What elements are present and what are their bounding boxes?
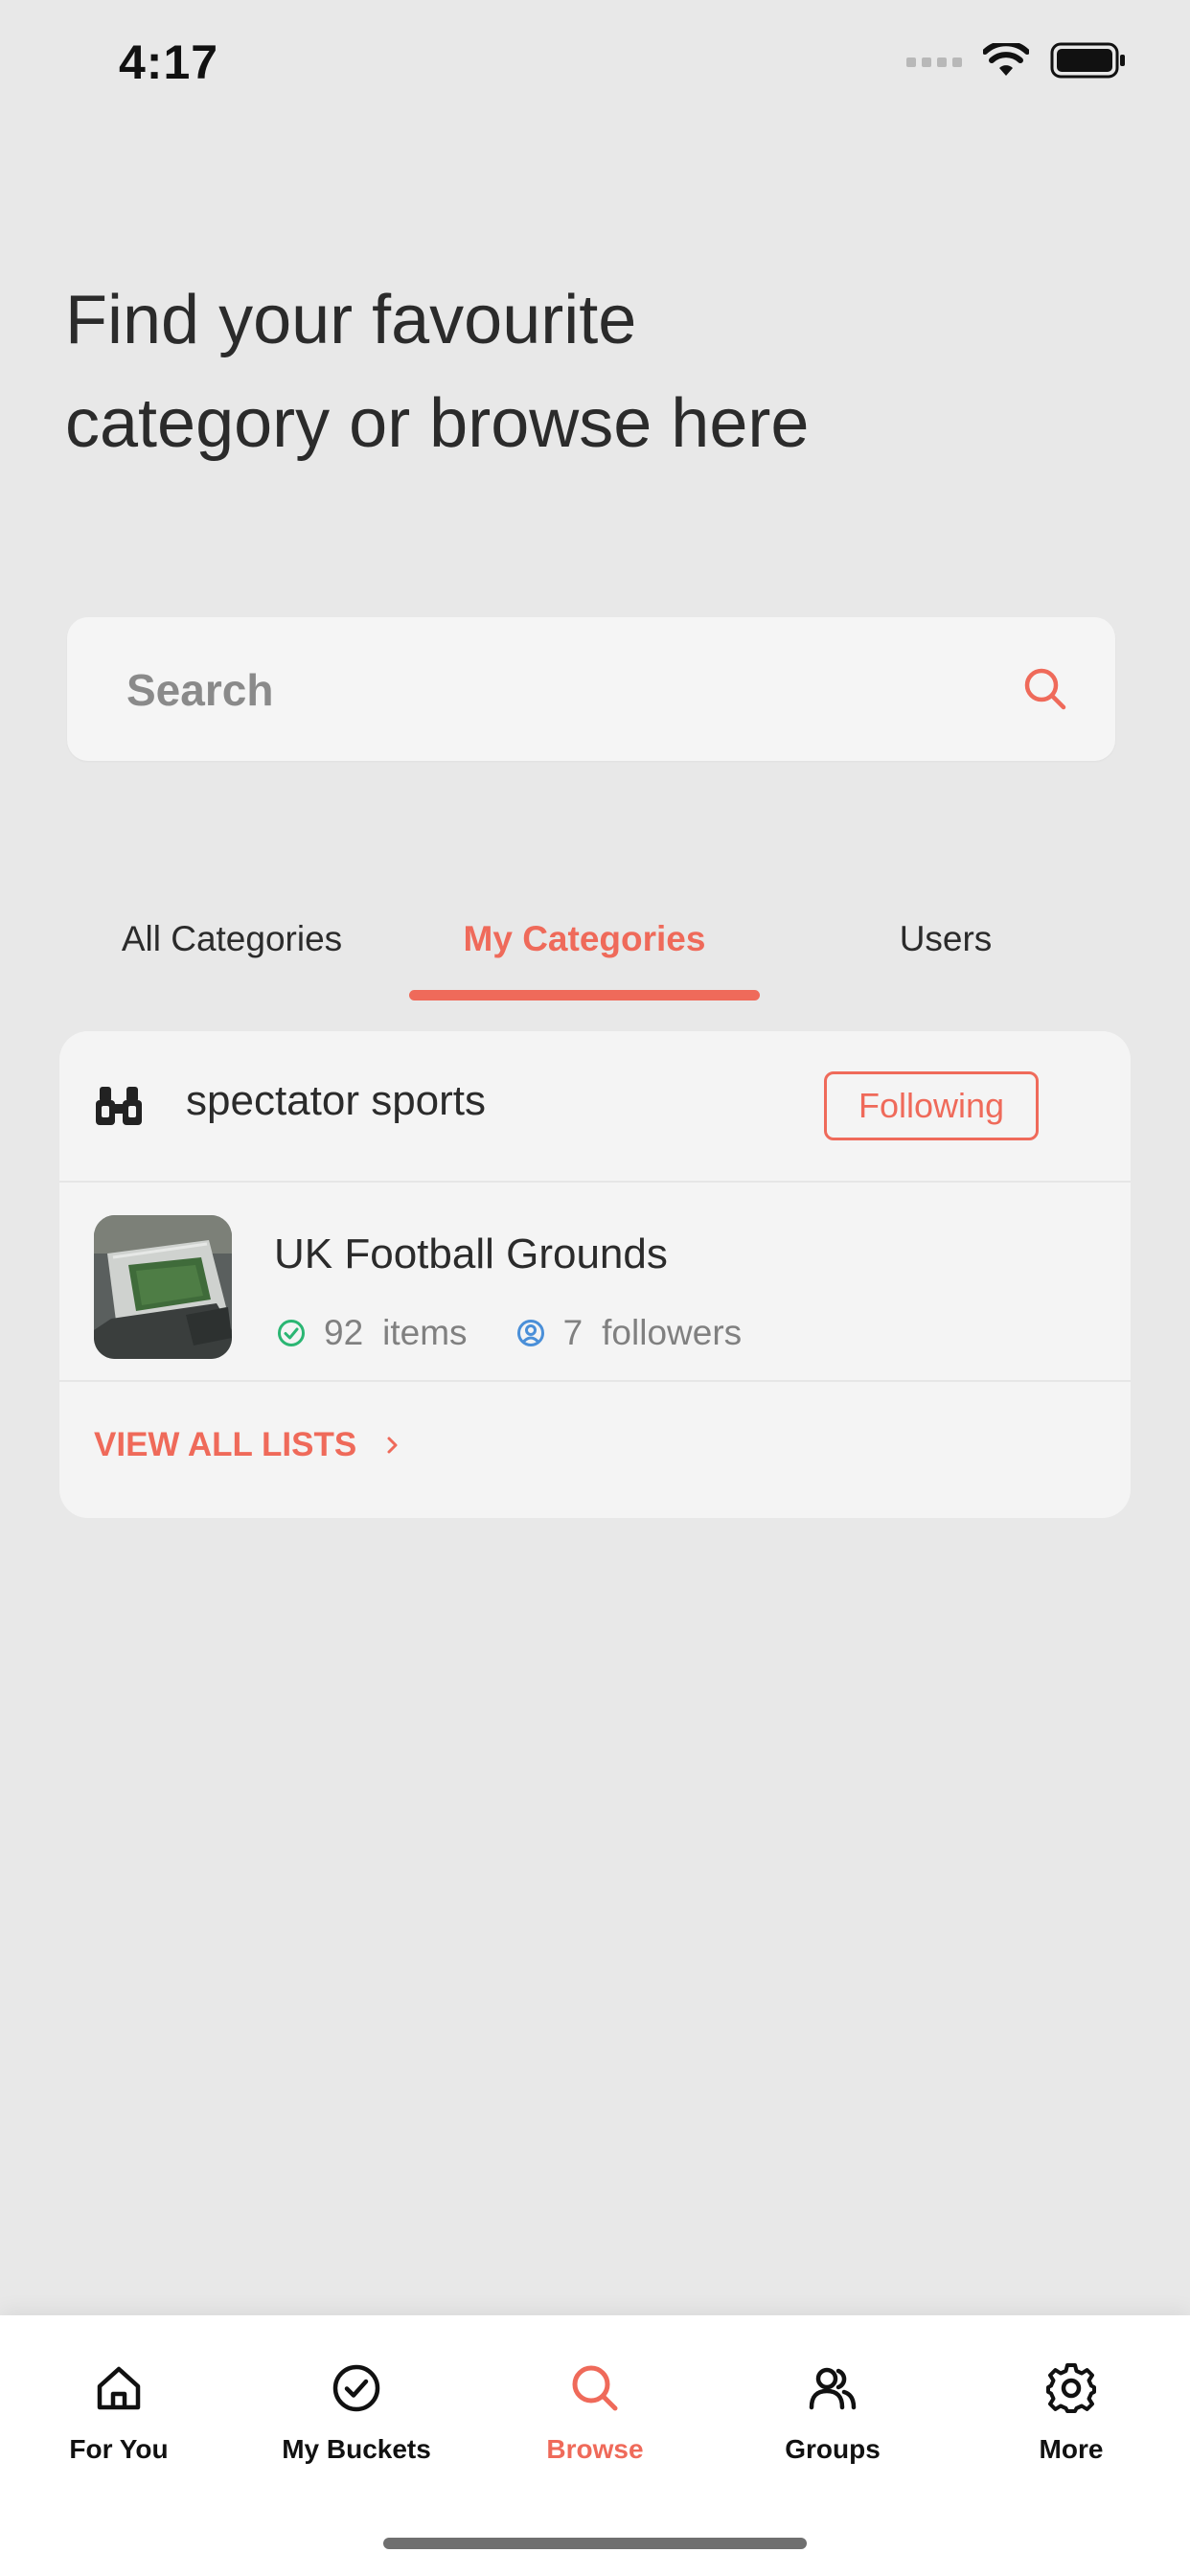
nav-my-buckets[interactable]: My Buckets: [238, 2361, 475, 2465]
nav-label: Browse: [546, 2434, 644, 2464]
binoculars-icon: [96, 1087, 142, 1125]
list-item[interactable]: UK Football Grounds 92 items 7 followers: [59, 1183, 1131, 1382]
active-tab-indicator: [409, 990, 760, 1000]
users-icon: [809, 2367, 857, 2410]
search-input[interactable]: [125, 617, 991, 763]
battery-icon: [1050, 42, 1125, 79]
nav-label: More: [1039, 2434, 1104, 2464]
gear-icon: [1046, 2363, 1096, 2413]
followers-count: 7: [562, 1313, 584, 1352]
nav-label: Groups: [785, 2434, 881, 2464]
user-circle-icon: [516, 1320, 544, 1346]
nav-label: My Buckets: [282, 2434, 431, 2464]
category-header: spectator sports Following: [59, 1031, 1131, 1183]
list-thumbnail: [94, 1215, 232, 1359]
chevron-right-icon: [387, 1437, 398, 1454]
nav-label: For You: [69, 2434, 169, 2464]
search-icon[interactable]: [1021, 665, 1069, 713]
status-time: 4:17: [119, 35, 219, 89]
tab-my-categories[interactable]: My Categories: [409, 891, 760, 987]
tab-users[interactable]: Users: [768, 891, 1123, 987]
nav-more[interactable]: More: [952, 2361, 1190, 2465]
nav-for-you[interactable]: For You: [0, 2361, 238, 2465]
nav-browse[interactable]: Browse: [476, 2361, 714, 2465]
items-count: 92: [324, 1313, 364, 1352]
heading-line-1: Find your favourite: [65, 282, 637, 358]
nav-groups[interactable]: Groups: [714, 2361, 951, 2465]
tab-all-categories[interactable]: All Categories: [59, 891, 404, 987]
category-tabs: All Categories My Categories Users: [59, 891, 1131, 1006]
wifi-icon: [983, 43, 1029, 76]
category-name: spectator sports: [186, 1077, 487, 1124]
check-circle-icon: [332, 2364, 380, 2412]
search-box[interactable]: [67, 617, 1115, 763]
following-button[interactable]: Following: [824, 1071, 1039, 1140]
list-meta: 92 items 7 followers: [276, 1313, 742, 1353]
cellular-signal-icon: [906, 58, 962, 67]
search-icon: [572, 2365, 618, 2411]
status-icons: [906, 42, 1127, 79]
followers-label: followers: [602, 1313, 743, 1352]
heading-line-2: category or browse here: [65, 385, 810, 462]
check-circle-icon: [278, 1320, 305, 1346]
list-title: UK Football Grounds: [274, 1230, 668, 1277]
view-all-label: VIEW ALL LISTS: [94, 1426, 357, 1463]
home-icon: [97, 2366, 141, 2410]
page-heading: Find your favourite category or browse h…: [65, 268, 1119, 475]
items-label: items: [382, 1313, 468, 1352]
category-card: spectator sports Following UK Football G…: [59, 1031, 1131, 1518]
home-indicator: [383, 2538, 807, 2549]
view-all-lists-link[interactable]: VIEW ALL LISTS: [94, 1426, 400, 1464]
